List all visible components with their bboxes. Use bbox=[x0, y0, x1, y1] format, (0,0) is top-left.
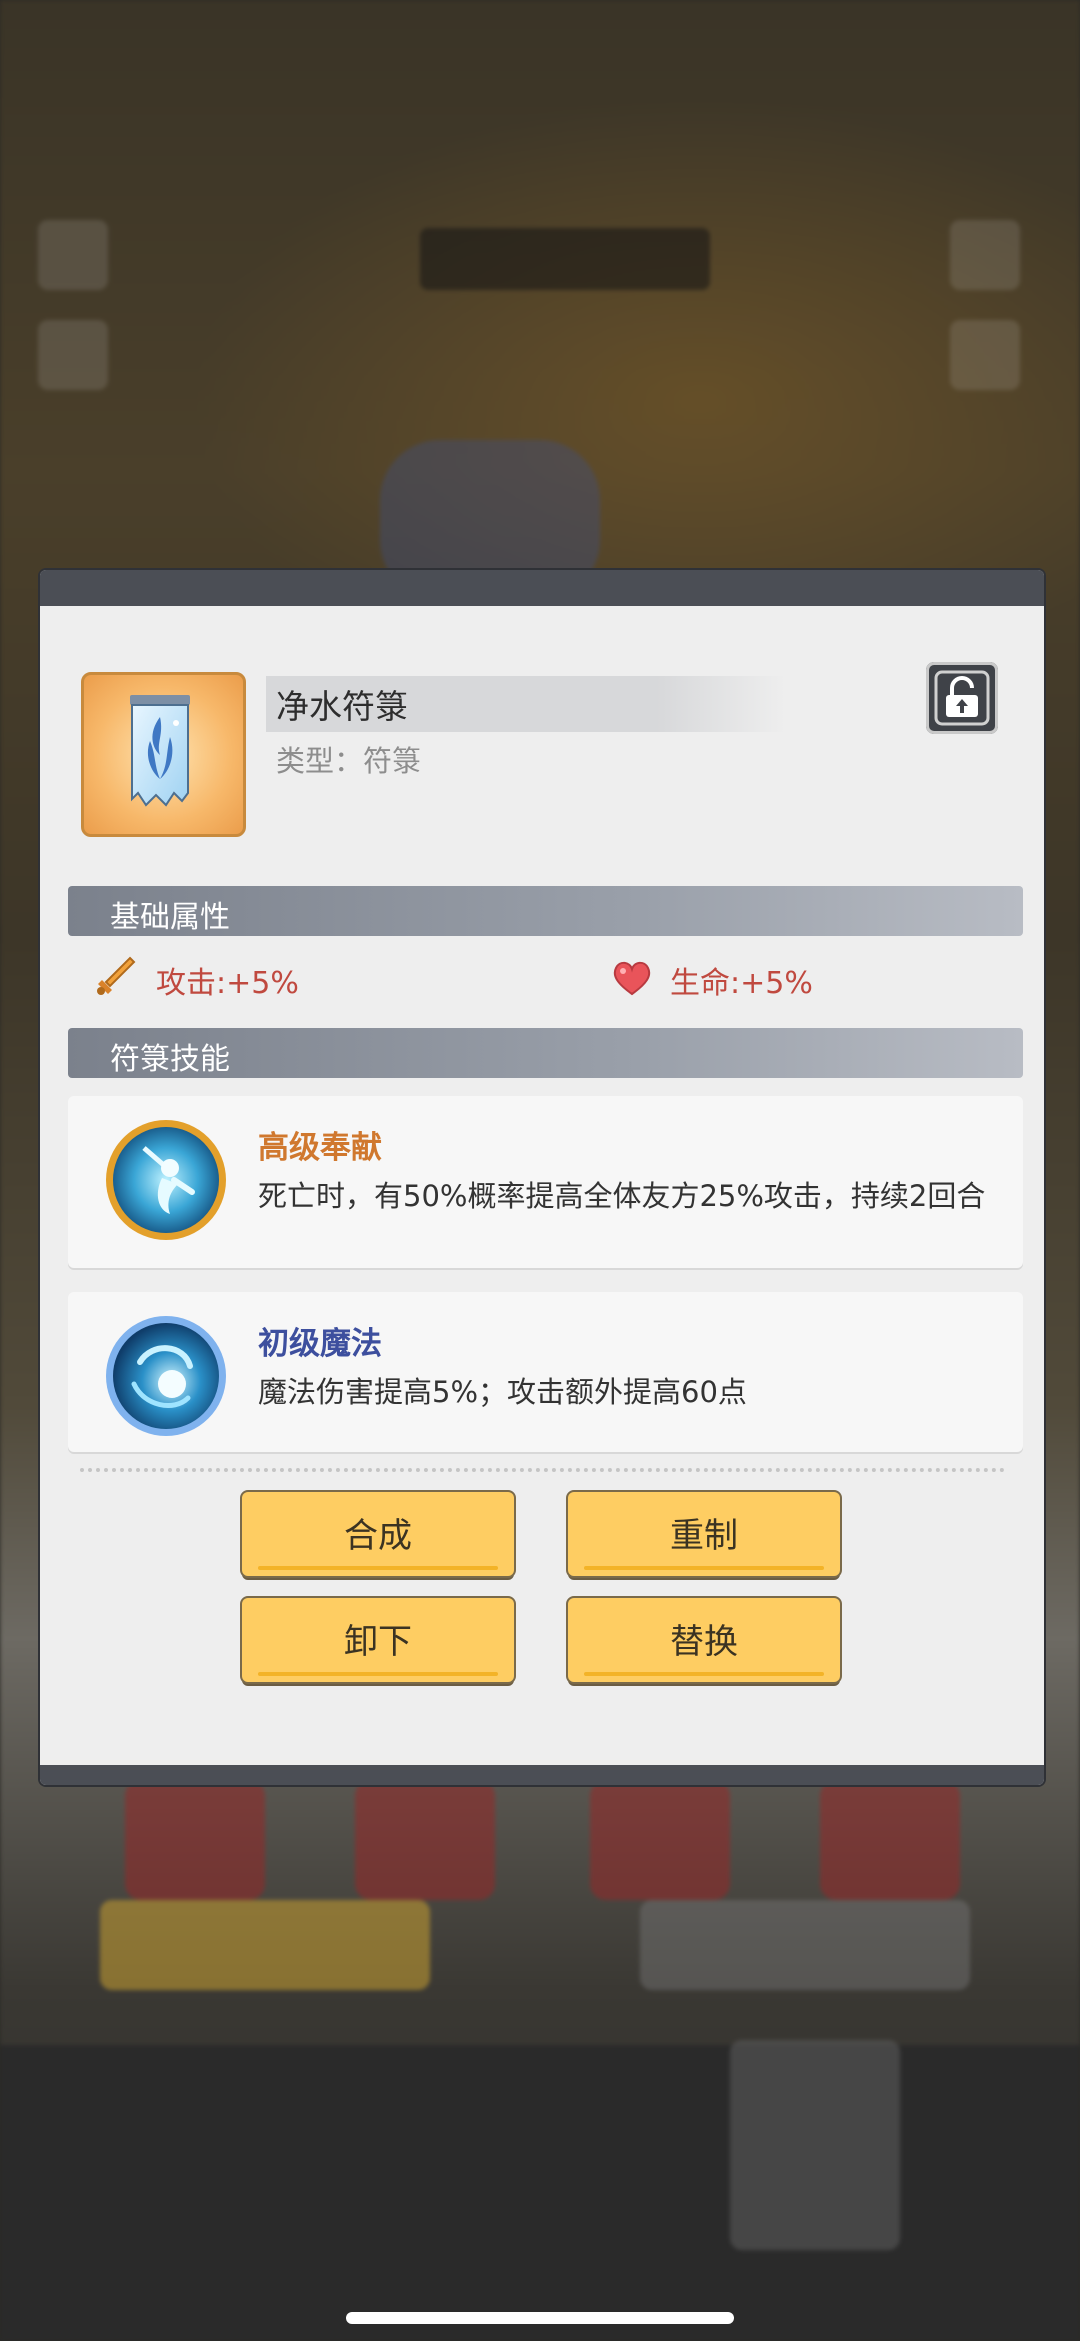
background-slot bbox=[355, 1780, 495, 1900]
unequip-button[interactable]: 卸下 bbox=[242, 1598, 514, 1682]
background-icon bbox=[950, 320, 1020, 390]
item-name: 净水符箓 bbox=[276, 687, 408, 726]
skill-name: 初级魔法 bbox=[258, 1326, 382, 1362]
talisman-skills-header: 符箓技能 bbox=[68, 1028, 1023, 1078]
magic-skill-icon bbox=[106, 1316, 226, 1436]
heart-icon bbox=[613, 961, 651, 996]
synthesize-button-label: 合成 bbox=[344, 1516, 412, 1556]
skill-card: 初级魔法 魔法伤害提高5%；攻击额外提高60点 bbox=[68, 1292, 1023, 1452]
skill-name: 高级奉献 bbox=[258, 1130, 382, 1166]
background-icon bbox=[950, 220, 1020, 290]
talisman-detail-dialog: 净水符箓 类型：符箓 基础属性 攻击:+5% 生命:+5% 符箓技能 高级奉献 … bbox=[40, 570, 1044, 1785]
item-type: 类型：符箓 bbox=[276, 744, 422, 778]
unlock-icon bbox=[934, 670, 990, 726]
replace-button[interactable]: 替换 bbox=[568, 1598, 840, 1682]
background-nav-tab bbox=[730, 2040, 900, 2250]
synthesize-button[interactable]: 合成 bbox=[242, 1492, 514, 1576]
background-bottom-nav bbox=[0, 2045, 1080, 2341]
item-icon-frame bbox=[81, 672, 246, 837]
dialog-footer-bar bbox=[40, 1765, 1044, 1785]
attack-stat: 攻击:+5% bbox=[156, 966, 299, 1001]
remake-button[interactable]: 重制 bbox=[568, 1492, 840, 1576]
skill-card: 高级奉献 死亡时，有50%概率提高全体友方25%攻击，持续2回合 bbox=[68, 1096, 1023, 1268]
unlock-button[interactable] bbox=[926, 662, 998, 734]
background-slot bbox=[590, 1780, 730, 1900]
section-title: 符箓技能 bbox=[110, 1042, 230, 1077]
remake-button-label: 重制 bbox=[670, 1516, 738, 1556]
life-stat: 生命:+5% bbox=[670, 966, 813, 1001]
replace-button-label: 替换 bbox=[670, 1622, 738, 1662]
devotion-skill-icon bbox=[106, 1120, 226, 1240]
background-slot bbox=[125, 1780, 265, 1900]
unequip-button-label: 卸下 bbox=[344, 1622, 412, 1662]
water-talisman-icon bbox=[130, 695, 190, 807]
background-icon bbox=[38, 220, 108, 290]
background-button bbox=[640, 1900, 970, 1990]
skill-description: 魔法伤害提高5%；攻击额外提高60点 bbox=[258, 1375, 747, 1409]
divider bbox=[80, 1468, 1005, 1472]
home-indicator[interactable] bbox=[346, 2312, 734, 2324]
skill-description: 死亡时，有50%概率提高全体友方25%攻击，持续2回合 bbox=[258, 1179, 986, 1213]
background-slot bbox=[820, 1780, 960, 1900]
sword-icon bbox=[97, 956, 136, 995]
base-attributes-header: 基础属性 bbox=[68, 886, 1023, 936]
background-button bbox=[100, 1900, 430, 1990]
section-title: 基础属性 bbox=[110, 900, 230, 935]
background-icon bbox=[38, 320, 108, 390]
background-top-bar bbox=[420, 228, 710, 290]
dialog-header-bar bbox=[40, 570, 1044, 606]
